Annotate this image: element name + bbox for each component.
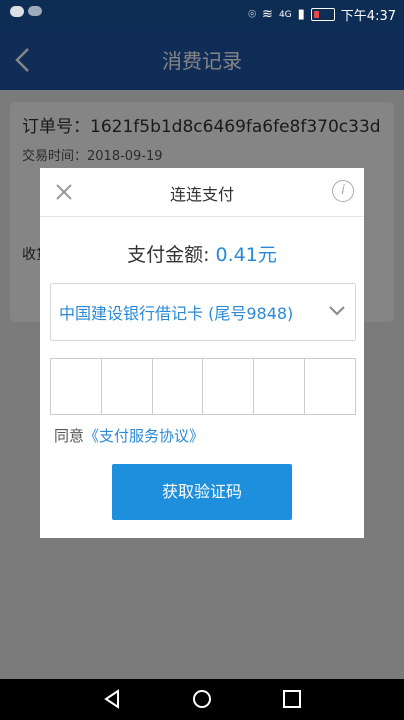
dialog-title: 连连支付: [169, 185, 234, 204]
location-icon: ⌾: [248, 7, 257, 22]
payment-dialog: 连连支付 i 支付金额: 0.41元 中国建设银行借记卡 (尾号9848) 同意《…: [40, 168, 364, 538]
get-code-button[interactable]: 获取验证码: [112, 464, 292, 520]
wifi-icon: ≋: [262, 7, 273, 22]
dialog-header: 连连支付 i: [40, 168, 364, 217]
password-input[interactable]: [50, 358, 356, 415]
agreement-row: 同意《支付服务协议》: [54, 427, 205, 445]
chevron-down-icon: [329, 306, 345, 316]
agreement-link[interactable]: 《支付服务协议》: [84, 427, 204, 445]
system-icons: ⌾ ≋ 4G ▮ 下午4:37: [248, 5, 396, 24]
back-nav-icon[interactable]: [100, 687, 124, 711]
password-digit-1[interactable]: [51, 359, 102, 414]
info-icon[interactable]: i: [332, 180, 354, 202]
notification-icons: [10, 6, 42, 17]
clock: 下午4:37: [340, 9, 396, 24]
amount-value: 0.41元: [215, 244, 277, 266]
bank-card-name: 中国建设银行借记卡 (尾号9848): [59, 304, 294, 323]
home-nav-icon[interactable]: [190, 687, 214, 711]
signal-icon: ▮: [297, 7, 305, 22]
cloud-icon: [28, 6, 42, 16]
password-digit-3[interactable]: [153, 359, 204, 414]
recents-nav-icon[interactable]: [280, 687, 304, 711]
bank-card-select[interactable]: 中国建设银行借记卡 (尾号9848): [50, 283, 356, 341]
message-icon: [10, 6, 24, 17]
password-digit-5[interactable]: [254, 359, 306, 414]
password-digit-2[interactable]: [102, 359, 153, 414]
navigation-bar: [0, 679, 404, 720]
signal-label: 4G: [278, 9, 292, 20]
password-digit-4[interactable]: [203, 359, 255, 414]
password-digit-6[interactable]: [305, 359, 355, 414]
battery-icon: [310, 8, 335, 21]
payment-amount: 支付金额: 0.41元: [127, 244, 277, 266]
status-bar: ⌾ ≋ 4G ▮ 下午4:37: [0, 0, 404, 28]
